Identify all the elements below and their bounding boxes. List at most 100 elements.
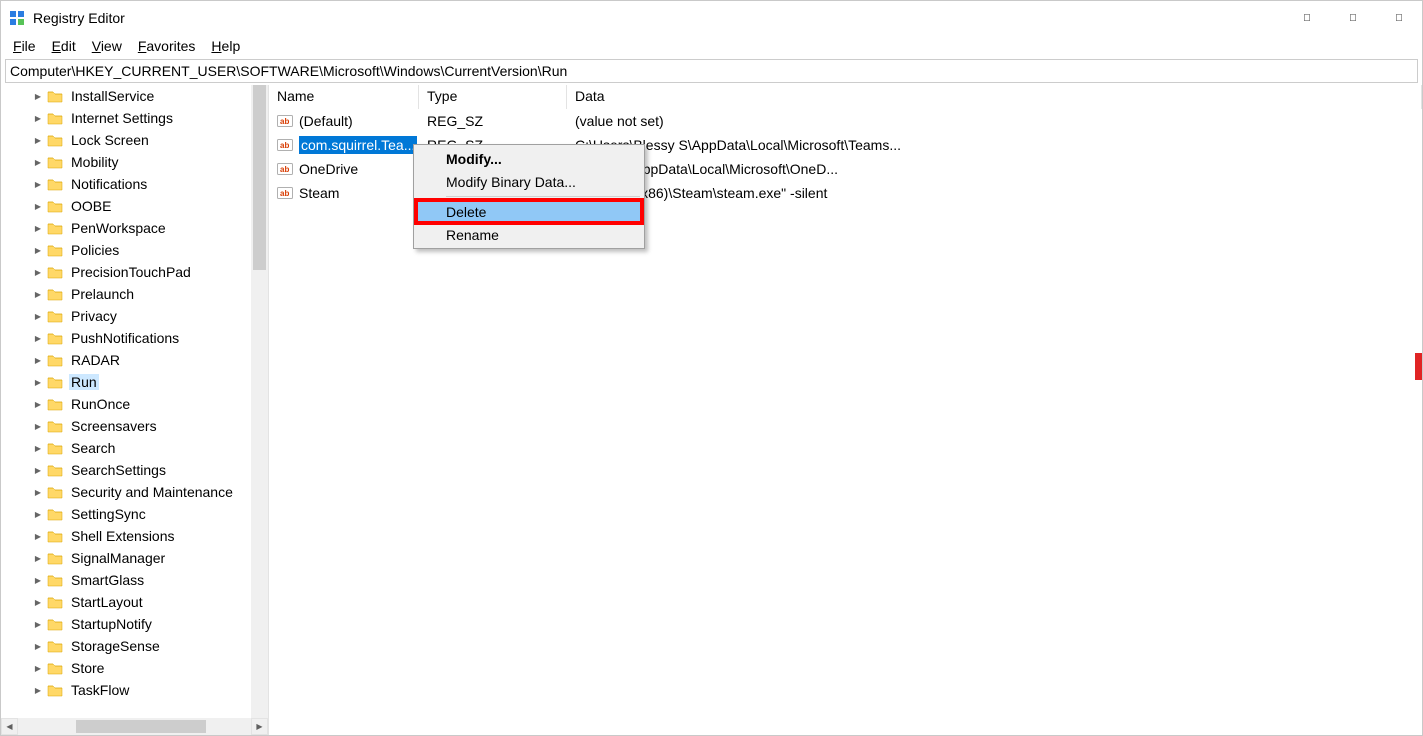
registry-tree[interactable]: ▶InstallService▶Internet Settings▶Lock S… <box>1 85 268 718</box>
tree-item[interactable]: ▶Mobility <box>1 151 268 173</box>
folder-icon <box>47 572 63 588</box>
scrollbar-thumb[interactable] <box>253 85 266 270</box>
scrollbar-track[interactable] <box>18 718 251 735</box>
chevron-right-icon[interactable]: ▶ <box>31 441 45 455</box>
tree-item-label: SmartGlass <box>69 572 146 588</box>
folder-icon <box>47 550 63 566</box>
chevron-right-icon[interactable]: ▶ <box>31 639 45 653</box>
context-menu-modify-binary[interactable]: Modify Binary Data... <box>416 170 642 193</box>
tree-item[interactable]: ▶OOBE <box>1 195 268 217</box>
folder-icon <box>47 220 63 236</box>
chevron-right-icon[interactable]: ▶ <box>31 507 45 521</box>
tree-item[interactable]: ▶StartLayout <box>1 591 268 613</box>
folder-icon <box>47 462 63 478</box>
context-menu-rename[interactable]: Rename <box>416 223 642 246</box>
tree-item-label: Shell Extensions <box>69 528 177 544</box>
reg-string-icon <box>277 185 293 201</box>
menu-favorites[interactable]: Favorites <box>130 36 204 56</box>
tree-item[interactable]: ▶PrecisionTouchPad <box>1 261 268 283</box>
tree-item[interactable]: ▶ Run <box>1 371 268 393</box>
context-menu-delete[interactable]: Delete <box>416 200 642 223</box>
tree-item[interactable]: ▶SettingSync <box>1 503 268 525</box>
address-text: Computer\HKEY_CURRENT_USER\SOFTWARE\Micr… <box>10 63 567 79</box>
tree-item[interactable]: ▶Policies <box>1 239 268 261</box>
chevron-right-icon[interactable]: ▶ <box>31 551 45 565</box>
chevron-right-icon[interactable]: ▶ <box>31 265 45 279</box>
tree-item[interactable]: ▶Notifications <box>1 173 268 195</box>
chevron-right-icon[interactable]: ▶ <box>31 309 45 323</box>
chevron-right-icon[interactable]: ▶ <box>31 221 45 235</box>
chevron-right-icon[interactable]: ▶ <box>31 617 45 631</box>
tree-item[interactable]: ▶Search <box>1 437 268 459</box>
tree-item[interactable]: ▶ SmartGlass <box>1 569 268 591</box>
tree-item-label: StorageSense <box>69 638 162 654</box>
tree-item[interactable]: ▶PushNotifications <box>1 327 268 349</box>
chevron-right-icon[interactable]: ▶ <box>31 683 45 697</box>
chevron-right-icon[interactable]: ▶ <box>31 529 45 543</box>
title-bar[interactable]: Registry Editor    <box>1 1 1422 35</box>
maximize-button[interactable]:  <box>1330 1 1376 35</box>
tree-item[interactable]: ▶Store <box>1 657 268 679</box>
tree-item[interactable]: ▶StartupNotify <box>1 613 268 635</box>
chevron-right-icon[interactable]: ▶ <box>31 375 45 389</box>
chevron-right-icon[interactable]: ▶ <box>31 485 45 499</box>
tree-item[interactable]: ▶InstallService <box>1 85 268 107</box>
tree-item[interactable]: ▶ Lock Screen <box>1 129 268 151</box>
chevron-right-icon[interactable]: ▶ <box>31 111 45 125</box>
chevron-right-icon[interactable]: ▶ <box>31 133 45 147</box>
folder-icon <box>47 440 63 456</box>
chevron-right-icon[interactable]: ▶ <box>31 661 45 675</box>
window: Registry Editor    File Edit View Fav… <box>0 0 1423 736</box>
chevron-right-icon[interactable]: ▶ <box>31 199 45 213</box>
tree-item[interactable]: ▶ Shell Extensions <box>1 525 268 547</box>
value-name-text: Steam <box>299 185 339 201</box>
tree-horizontal-scrollbar[interactable]: ◀ ▶ <box>1 718 268 735</box>
chevron-right-icon[interactable]: ▶ <box>31 419 45 433</box>
column-header-data[interactable]: Data <box>567 85 1422 109</box>
chevron-right-icon[interactable]: ▶ <box>31 595 45 609</box>
chevron-right-icon[interactable]: ▶ <box>31 155 45 169</box>
tree-item[interactable]: ▶Prelaunch <box>1 283 268 305</box>
tree-item[interactable]: ▶TaskFlow <box>1 679 268 701</box>
context-menu-modify[interactable]: Modify... <box>416 147 642 170</box>
tree-item[interactable]: ▶RADAR <box>1 349 268 371</box>
chevron-right-icon[interactable]: ▶ <box>31 287 45 301</box>
tree-item[interactable]: ▶Internet Settings <box>1 107 268 129</box>
tree-item[interactable]: ▶Screensavers <box>1 415 268 437</box>
menu-help[interactable]: Help <box>203 36 248 56</box>
tree-item[interactable]: ▶ StorageSense <box>1 635 268 657</box>
chevron-right-icon[interactable]: ▶ <box>31 353 45 367</box>
tree-item[interactable]: ▶SignalManager <box>1 547 268 569</box>
folder-icon <box>47 396 63 412</box>
tree-item[interactable]: ▶RunOnce <box>1 393 268 415</box>
chevron-right-icon[interactable]: ▶ <box>31 331 45 345</box>
tree-item[interactable]: ▶Privacy <box>1 305 268 327</box>
value-row[interactable]: (Default)REG_SZ(value not set) <box>269 109 1422 133</box>
tree-item[interactable]: ▶SearchSettings <box>1 459 268 481</box>
value-data-cell: (value not set) <box>567 113 1422 129</box>
chevron-right-icon[interactable]: ▶ <box>31 463 45 477</box>
minimize-button[interactable]:  <box>1284 1 1330 35</box>
chevron-right-icon[interactable]: ▶ <box>31 177 45 191</box>
chevron-right-icon[interactable]: ▶ <box>31 397 45 411</box>
menu-view[interactable]: View <box>84 36 130 56</box>
value-type-cell: REG_SZ <box>419 113 567 129</box>
tree-item[interactable]: ▶Security and Maintenance <box>1 481 268 503</box>
chevron-right-icon[interactable]: ▶ <box>31 573 45 587</box>
tree-item[interactable]: ▶PenWorkspace <box>1 217 268 239</box>
scroll-right-button[interactable]: ▶ <box>251 718 268 735</box>
column-header-name[interactable]: Name <box>269 85 419 109</box>
chevron-right-icon[interactable]: ▶ <box>31 89 45 103</box>
tree-item-label: Run <box>69 374 99 390</box>
value-name-cell: OneDrive <box>269 161 419 177</box>
tree-item-label: Lock Screen <box>69 132 151 148</box>
menu-edit[interactable]: Edit <box>44 36 84 56</box>
menu-file[interactable]: File <box>5 36 44 56</box>
tree-vertical-scrollbar[interactable] <box>251 85 268 718</box>
column-header-type[interactable]: Type <box>419 85 567 109</box>
scroll-left-button[interactable]: ◀ <box>1 718 18 735</box>
close-button[interactable]:  <box>1376 1 1422 35</box>
scrollbar-thumb[interactable] <box>76 720 206 733</box>
address-bar[interactable]: Computer\HKEY_CURRENT_USER\SOFTWARE\Micr… <box>5 59 1418 83</box>
chevron-right-icon[interactable]: ▶ <box>31 243 45 257</box>
